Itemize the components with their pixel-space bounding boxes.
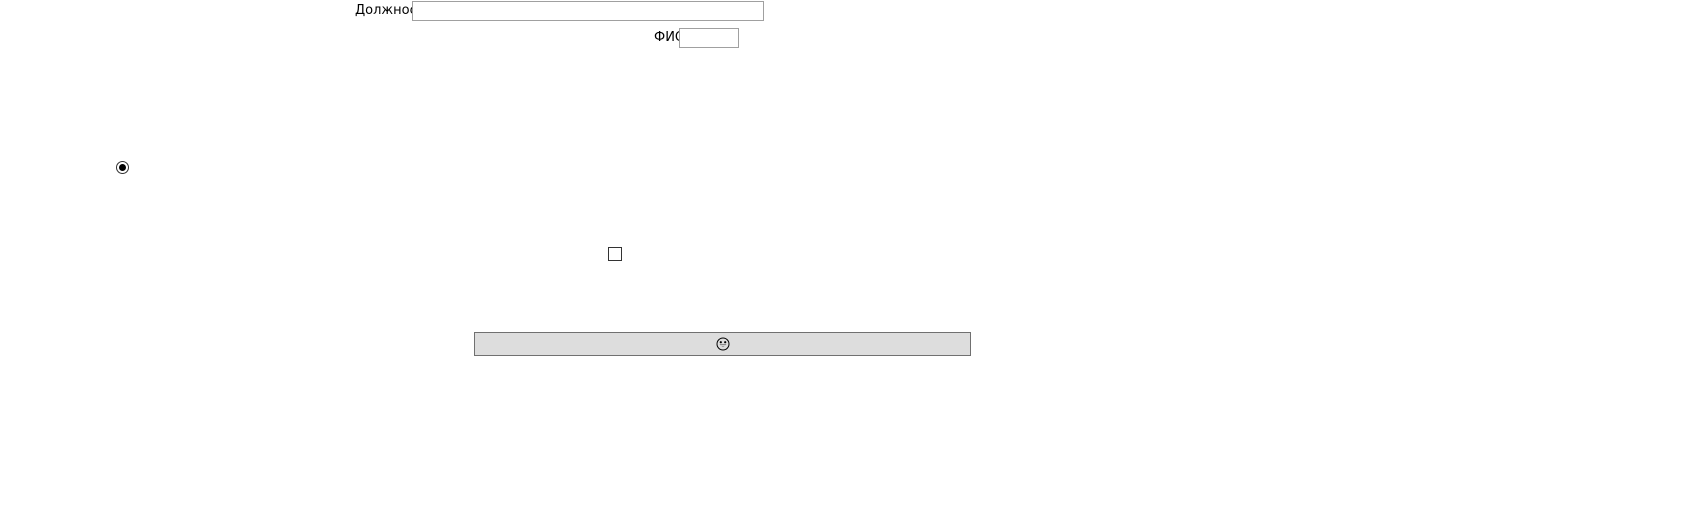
checkbox[interactable] bbox=[608, 247, 622, 261]
form-canvas: Должность ФИО bbox=[0, 0, 1685, 511]
radio-selected-dot bbox=[119, 164, 126, 171]
emoji-button[interactable] bbox=[474, 332, 971, 356]
smiling-face-icon bbox=[716, 337, 729, 351]
name-input[interactable] bbox=[679, 28, 739, 48]
position-input[interactable] bbox=[412, 1, 764, 21]
radio-button[interactable] bbox=[116, 161, 129, 174]
